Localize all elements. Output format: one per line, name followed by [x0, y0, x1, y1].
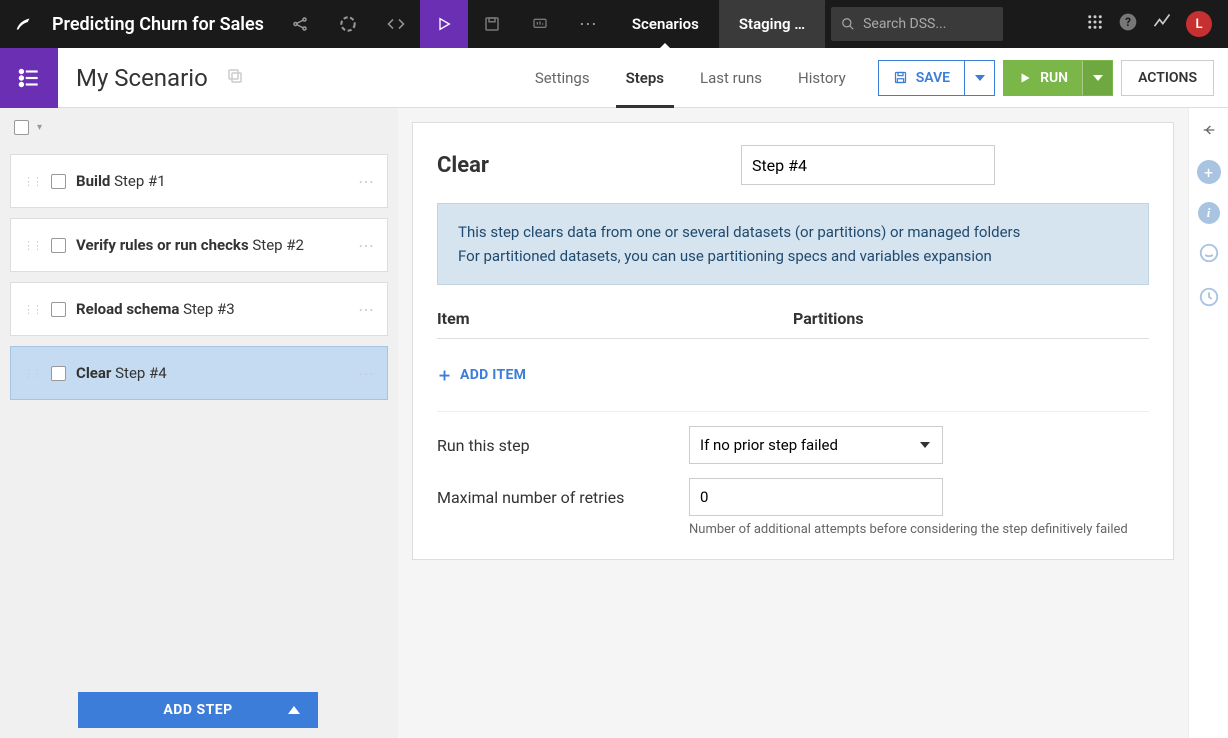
step-checkbox[interactable] — [51, 174, 66, 189]
step-checkbox[interactable] — [51, 302, 66, 317]
step-item[interactable]: ⋮⋮ Reload schema Step #3 ⋯ — [10, 282, 388, 336]
scenario-title: My Scenario — [58, 64, 226, 92]
items-col-partitions: Partitions — [793, 309, 864, 328]
step-item[interactable]: ⋮⋮ Build Step #1 ⋯ — [10, 154, 388, 208]
drag-handle-icon[interactable]: ⋮⋮ — [23, 239, 41, 252]
add-circle-icon[interactable]: + — [1197, 160, 1221, 184]
save-dropdown[interactable] — [964, 61, 994, 95]
step-label: Build Step #1 — [76, 172, 166, 190]
add-item-button[interactable]: ADD ITEM — [437, 339, 1149, 412]
apps-icon[interactable] — [1086, 13, 1104, 35]
step-checkbox[interactable] — [51, 238, 66, 253]
step-more-icon[interactable]: ⋯ — [358, 364, 375, 383]
tab-steps[interactable]: Steps — [608, 48, 682, 108]
drag-handle-icon[interactable]: ⋮⋮ — [23, 303, 41, 316]
run-condition-select[interactable]: If no prior step failed — [689, 426, 943, 464]
step-type-label: Clear — [437, 153, 489, 178]
drag-handle-icon[interactable]: ⋮⋮ — [23, 367, 41, 380]
run-label: RUN — [1040, 70, 1068, 86]
collapse-icon[interactable] — [1199, 122, 1219, 142]
run-dropdown[interactable] — [1082, 61, 1112, 95]
dashboard-icon[interactable] — [516, 0, 564, 48]
step-more-icon[interactable]: ⋯ — [358, 300, 375, 319]
add-item-label: ADD ITEM — [460, 367, 526, 383]
more-icon[interactable]: ⋯ — [564, 0, 612, 48]
retries-input[interactable] — [689, 478, 943, 516]
lifecycle-icon[interactable] — [324, 0, 372, 48]
project-title[interactable]: Predicting Churn for Sales — [48, 14, 276, 35]
chat-icon[interactable] — [1198, 242, 1220, 268]
code-icon[interactable] — [372, 0, 420, 48]
user-avatar[interactable]: L — [1186, 11, 1212, 37]
info-circle-icon[interactable]: i — [1198, 202, 1220, 224]
retries-label: Maximal number of retries — [437, 488, 689, 507]
step-more-icon[interactable]: ⋯ — [358, 172, 375, 191]
save-button[interactable]: SAVE — [878, 60, 995, 96]
play-icon[interactable] — [420, 0, 468, 48]
save-label: SAVE — [916, 70, 950, 86]
step-checkbox[interactable] — [51, 366, 66, 381]
clock-icon[interactable] — [1198, 286, 1220, 312]
info-line-1: This step clears data from one or severa… — [458, 220, 1128, 244]
info-line-2: For partitioned datasets, you can use pa… — [458, 244, 1128, 268]
run-condition-label: Run this step — [437, 436, 689, 455]
subheader: My Scenario Settings Steps Last runs His… — [0, 48, 1228, 108]
select-all-checkbox[interactable] — [14, 120, 29, 135]
nav-scenarios[interactable]: Scenarios — [612, 0, 719, 48]
right-rail: + i — [1188, 108, 1228, 738]
run-button[interactable]: RUN — [1003, 60, 1113, 96]
app-logo[interactable] — [0, 0, 48, 48]
actions-button[interactable]: ACTIONS — [1121, 60, 1214, 96]
help-icon[interactable]: ? — [1118, 12, 1138, 36]
items-col-item: Item — [437, 309, 793, 328]
step-label: Reload schema Step #3 — [76, 300, 235, 318]
copy-icon[interactable] — [226, 67, 244, 89]
select-dropdown[interactable]: ▾ — [37, 122, 42, 133]
add-step-label: ADD STEP — [163, 702, 232, 718]
drag-handle-icon[interactable]: ⋮⋮ — [23, 175, 41, 188]
add-step-button[interactable]: ADD STEP — [78, 692, 318, 728]
chevron-up-icon — [288, 702, 300, 718]
step-item[interactable]: ⋮⋮ Clear Step #4 ⋯ — [10, 346, 388, 400]
nav-staging[interactable]: Staging … — [719, 0, 825, 48]
activity-icon[interactable] — [1152, 12, 1172, 36]
share-icon[interactable] — [276, 0, 324, 48]
info-box: This step clears data from one or severa… — [437, 203, 1149, 285]
steps-panel: ▾ ⋮⋮ Build Step #1 ⋯ ⋮⋮ Verify rules or run … — [0, 108, 398, 738]
step-detail-panel: Clear This step clears data from one or … — [398, 108, 1188, 738]
tab-history[interactable]: History — [780, 48, 864, 108]
step-label: Clear Step #4 — [76, 364, 167, 382]
step-name-input[interactable] — [741, 145, 995, 185]
sidebar-toggle-icon[interactable] — [0, 48, 58, 108]
step-item[interactable]: ⋮⋮ Verify rules or run checks Step #2 ⋯ — [10, 218, 388, 272]
tab-last-runs[interactable]: Last runs — [682, 48, 780, 108]
step-label: Verify rules or run checks Step #2 — [76, 236, 304, 254]
tab-settings[interactable]: Settings — [517, 48, 608, 108]
svg-text:?: ? — [1125, 15, 1131, 29]
save-disk-icon[interactable] — [468, 0, 516, 48]
step-more-icon[interactable]: ⋯ — [358, 236, 375, 255]
retries-help: Number of additional attempts before con… — [689, 516, 1149, 537]
